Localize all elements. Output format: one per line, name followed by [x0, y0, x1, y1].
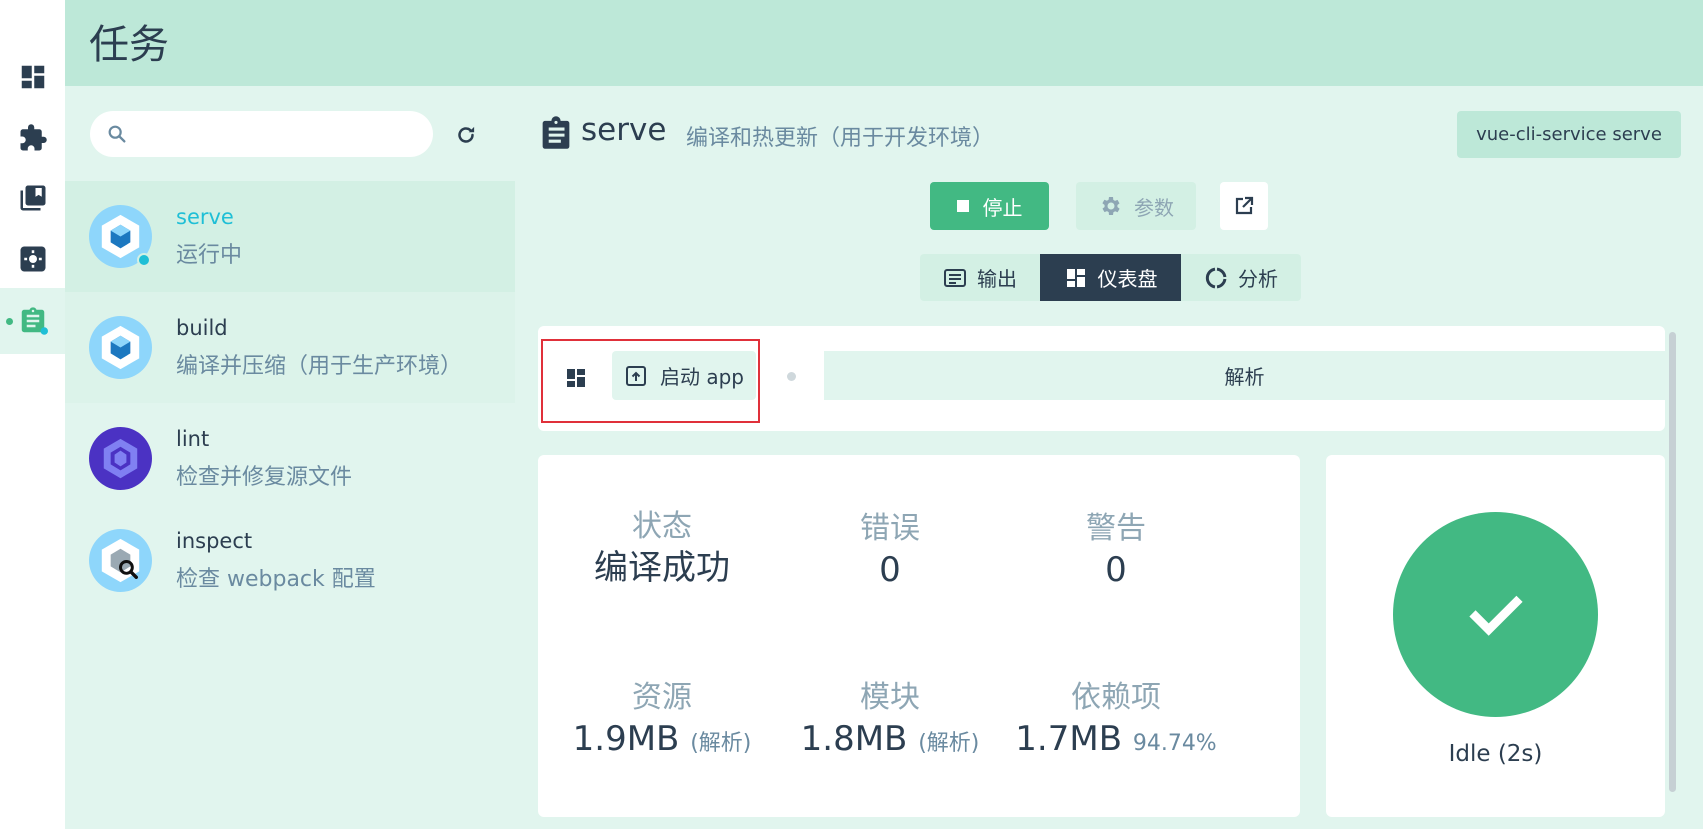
task-avatar [89, 529, 152, 592]
status-card: Idle (2s) [1326, 455, 1665, 817]
rail-tasks-button[interactable] [0, 288, 65, 354]
task-avatar [89, 427, 152, 490]
rail-dashboard-button[interactable] [0, 44, 65, 110]
search-box[interactable] [90, 111, 433, 157]
tab-label: 仪表盘 [1097, 267, 1158, 291]
task-item-build[interactable]: build 编译并压缩（用于生产环境） [65, 292, 515, 403]
refresh-icon [458, 126, 475, 143]
task-item-inspect[interactable]: inspect 检查 webpack 配置 [65, 505, 515, 616]
stat-label: 错误 [860, 511, 920, 546]
task-item-lint[interactable]: lint 检查并修复源文件 [65, 403, 515, 514]
stat-value-row: 1.9MB (解析) [542, 718, 782, 765]
running-status-dot [137, 253, 151, 267]
stat-assets: 资源 1.9MB (解析) [542, 678, 782, 765]
clipboard-icon [542, 116, 570, 149]
refresh-button[interactable] [452, 121, 480, 149]
stat-modules: 模块 1.8MB (解析) [770, 678, 1010, 765]
stat-note: 94.74% [1132, 731, 1217, 756]
tab-label: 输出 [977, 267, 1017, 291]
task-list-panel: serve 运行中 build 编译并压缩（用于生产环境） lint 检查并修复… [65, 86, 515, 829]
puzzle-icon [20, 124, 47, 151]
webpack-icon [89, 316, 152, 379]
rail-plugins-button[interactable] [0, 105, 65, 171]
stat-value: 0 [879, 550, 901, 590]
build-stats-card: 状态 编译成功 错误 0 警告 0 资源 1.9MB (解析) 模块 1.8MB… [538, 455, 1300, 817]
task-description: 检查 webpack 配置 [176, 567, 376, 592]
task-detail-name: serve [581, 112, 667, 148]
tab-analyzer[interactable]: 分析 [1181, 254, 1301, 301]
gear-icon [1102, 197, 1120, 215]
stop-icon [956, 200, 969, 212]
eslint-icon [89, 427, 152, 490]
stat-warnings: 警告 0 [996, 509, 1236, 591]
checkmark-icon [1468, 595, 1523, 636]
clipboard-icon [21, 307, 48, 335]
stat-label: 状态 [632, 509, 692, 544]
gear-icon [20, 246, 45, 272]
tab-output[interactable]: 输出 [920, 254, 1040, 301]
status-text: Idle (2s) [1448, 741, 1543, 767]
stat-value: 编译成功 [594, 548, 730, 588]
library-icon [20, 185, 45, 211]
stat-value: 1.9MB [572, 719, 680, 759]
left-nav-rail [0, 0, 65, 829]
success-status-circle [1393, 512, 1598, 717]
task-item-serve[interactable]: serve 运行中 [65, 181, 515, 292]
progress-steps-card: 启动 app 解析 [538, 326, 1665, 431]
rail-dependencies-button[interactable] [0, 165, 65, 231]
step-separator-dot [787, 372, 796, 381]
stat-note-link[interactable]: (解析) [918, 731, 979, 756]
task-avatar [89, 316, 152, 379]
task-description: 检查并修复源文件 [176, 465, 353, 490]
page-title: 任务 [89, 22, 169, 68]
tab-dashboard[interactable]: 仪表盘 [1040, 254, 1181, 301]
inspect-webpack-icon [89, 529, 152, 592]
top-header: 任务 [65, 0, 1703, 86]
step-parse: 解析 [824, 351, 1665, 400]
parameters-button-label: 参数 [1134, 195, 1174, 220]
dashboard-icon [21, 65, 44, 89]
parameters-button[interactable]: 参数 [1076, 182, 1196, 230]
open-external-icon [1235, 196, 1254, 215]
stop-button[interactable]: 停止 [930, 182, 1049, 230]
stat-value: 1.7MB [1015, 719, 1123, 759]
task-name: serve [176, 205, 234, 229]
task-name: build [176, 316, 228, 340]
stat-dependencies: 依赖项 1.7MB 94.74% [996, 678, 1236, 765]
stat-label: 资源 [632, 680, 692, 715]
task-detail-description: 编译和热更新（用于开发环境） [686, 126, 995, 151]
active-indicator-dot [6, 318, 13, 325]
stat-label: 警告 [1086, 511, 1146, 546]
stat-status: 状态 编译成功 [542, 507, 782, 589]
task-description: 编译并压缩（用于生产环境） [176, 354, 463, 379]
donut-chart-icon [1205, 267, 1227, 288]
stat-label: 模块 [860, 680, 920, 715]
scrollbar[interactable] [1669, 332, 1676, 792]
task-name: lint [176, 427, 210, 451]
view-tabs: 输出 仪表盘 分析 [920, 254, 1301, 301]
tab-label: 分析 [1238, 267, 1278, 291]
stat-label: 依赖项 [1071, 680, 1161, 715]
stat-value: 0 [1105, 550, 1127, 590]
stat-value-row: 1.8MB (解析) [770, 718, 1010, 765]
rail-configuration-button[interactable] [0, 226, 65, 292]
stat-errors: 错误 0 [770, 509, 1010, 591]
open-in-browser-button[interactable] [1220, 182, 1268, 230]
stop-button-label: 停止 [982, 195, 1023, 220]
search-icon [108, 125, 126, 143]
terminal-output-icon [944, 268, 966, 287]
task-description: 运行中 [176, 243, 243, 268]
task-command-chip: vue-cli-service serve [1457, 111, 1681, 158]
highlight-box [541, 339, 760, 423]
search-input[interactable] [140, 119, 420, 149]
stat-value-row: 1.7MB 94.74% [996, 718, 1236, 765]
stat-value: 1.8MB [800, 719, 908, 759]
task-name: inspect [176, 529, 253, 553]
task-detail-panel: serve 编译和热更新（用于开发环境） vue-cli-service ser… [515, 86, 1703, 829]
stat-note-link[interactable]: (解析) [690, 731, 751, 756]
dashboard-icon [1066, 268, 1085, 287]
